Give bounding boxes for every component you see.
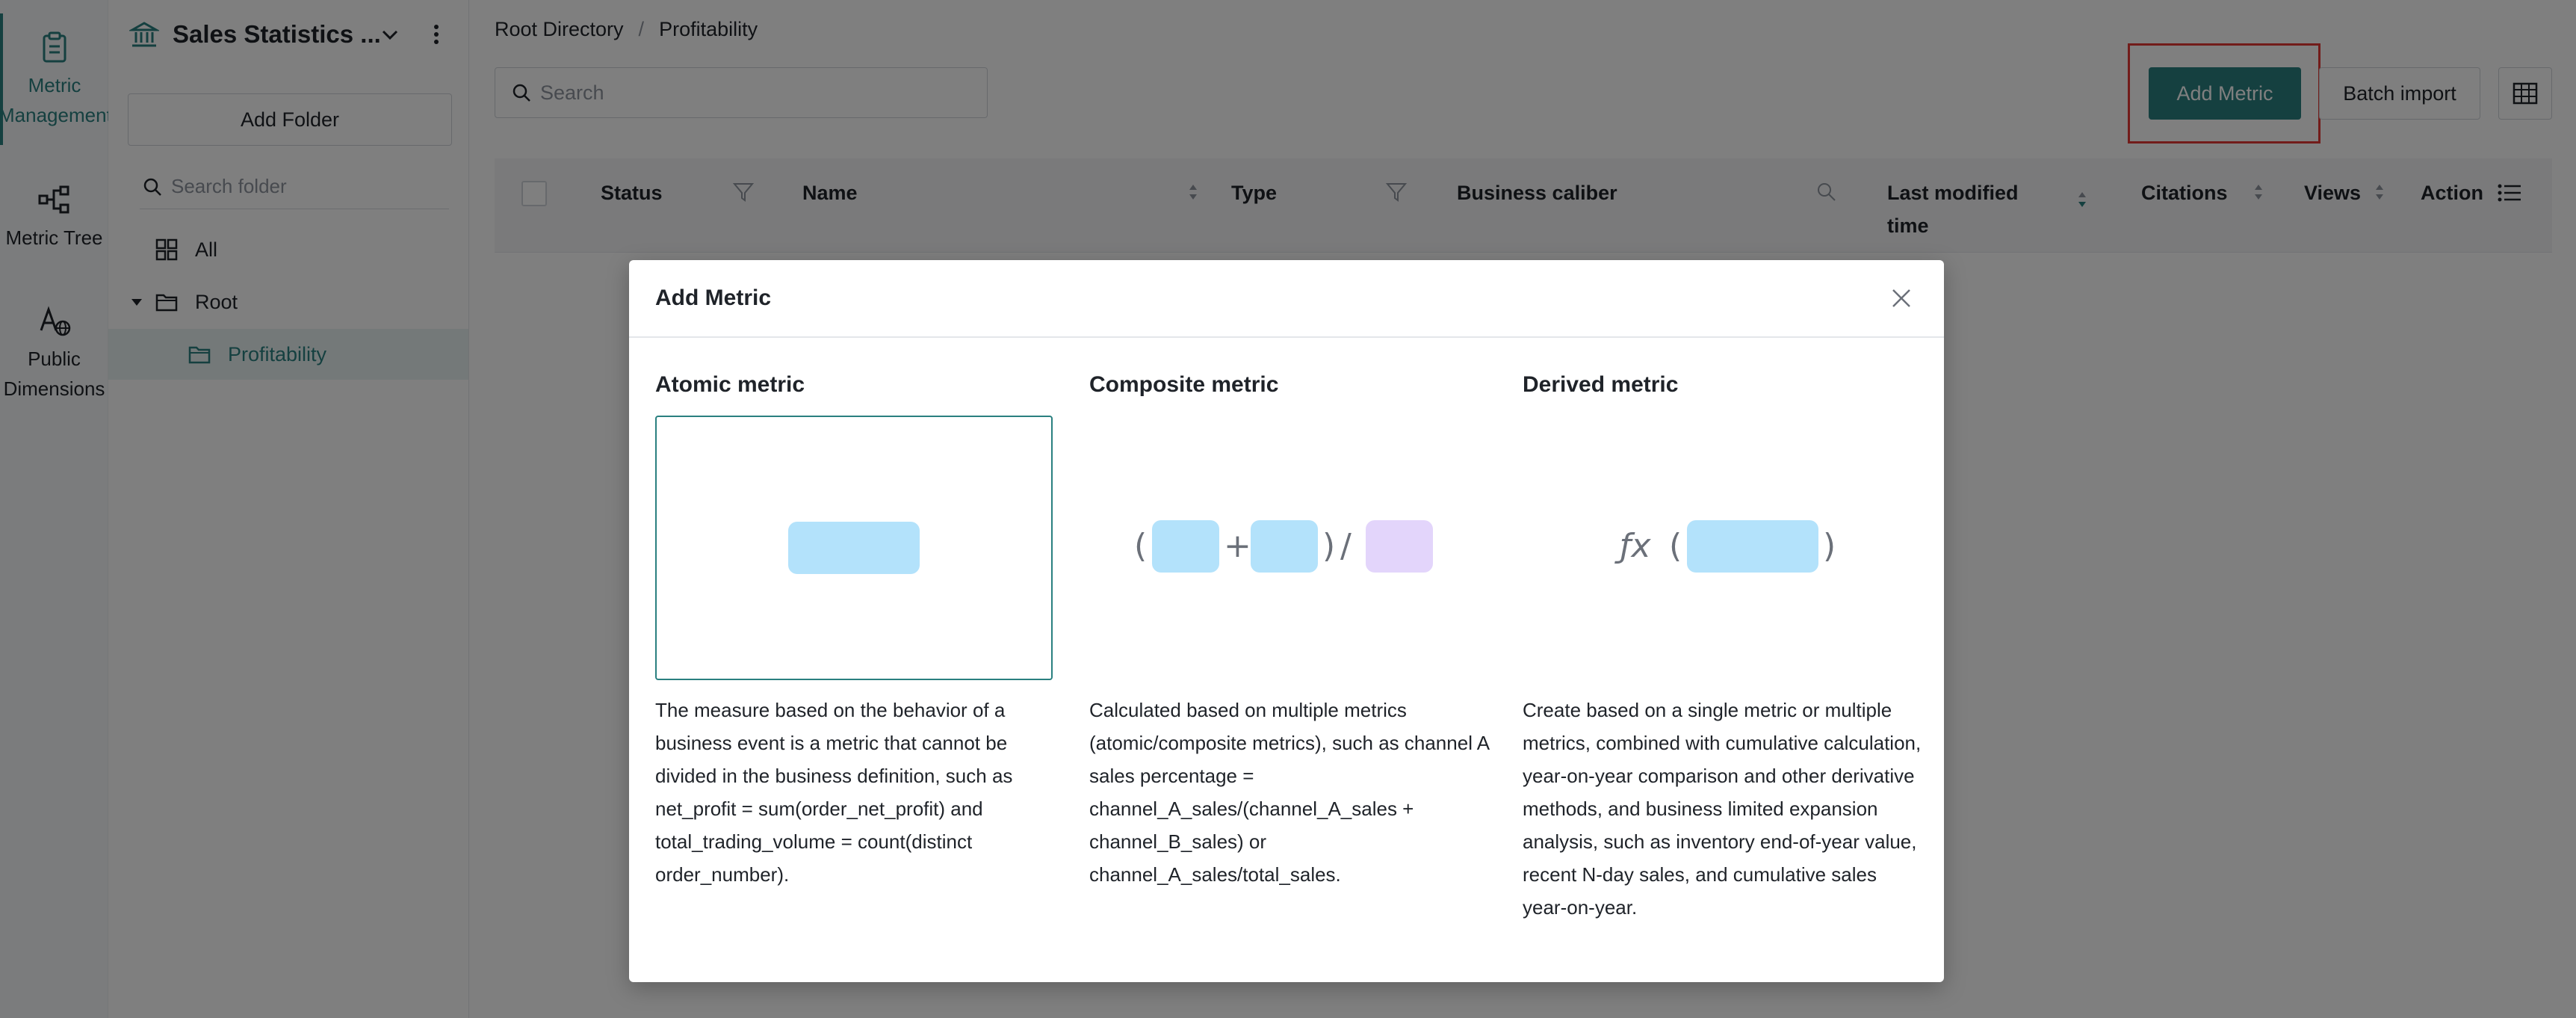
dialog-divider [629,336,1944,338]
derived-metric-title: Derived metric [1523,372,1679,397]
metric-placeholder-pill [788,522,920,574]
derived-metric-description: Create based on a single metric or multi… [1523,699,1922,919]
atomic-metric-description: The measure based on the behavior of a b… [655,699,1013,886]
divide-glyph: / [1340,527,1352,565]
composite-metric-card[interactable]: ( + ) / [1089,416,1487,680]
dialog-title: Add Metric [655,286,772,310]
composite-metric-title: Composite metric [1089,372,1279,397]
atomic-metric-title: Atomic metric [655,372,805,397]
close-paren-glyph: ) [1322,527,1336,565]
add-metric-dialog: Add Metric Atomic metric The measure bas… [629,260,1944,982]
fx-glyph: ƒx [1620,527,1651,565]
open-paren-glyph: ( [1134,527,1148,565]
close-paren-glyph: ) [1823,527,1836,565]
composite-metric-description: Calculated based on multiple metrics (at… [1089,699,1489,886]
close-icon[interactable] [1889,286,1914,311]
metric-placeholder-pill-purple [1366,520,1433,573]
metric-placeholder-pill [1152,520,1219,573]
open-paren-glyph: ( [1669,527,1682,565]
plus-glyph: + [1224,527,1251,565]
atomic-metric-card[interactable] [655,416,1053,680]
derived-metric-card[interactable]: ƒx ( ) [1523,416,1920,680]
metric-placeholder-pill [1687,520,1818,573]
metric-placeholder-pill [1251,520,1318,573]
